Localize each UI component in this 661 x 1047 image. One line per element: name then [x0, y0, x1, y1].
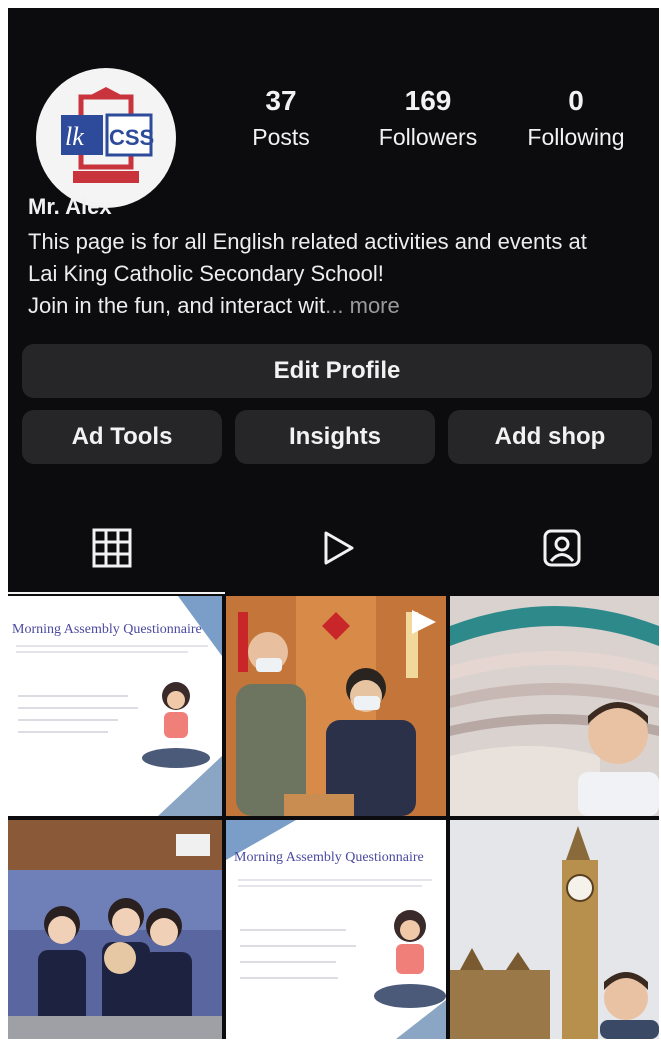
post-title: Morning Assembly Questionnaire — [12, 622, 202, 637]
bio-more-link[interactable]: ... more — [325, 293, 400, 318]
posts-grid: Morning Assembly Questionnaire Morning A… — [8, 596, 659, 1039]
bio-line-3: Join in the fun, and interact wit... mor… — [28, 290, 658, 322]
bio-line-1: This page is for all English related act… — [28, 229, 587, 254]
post-thumbnail[interactable] — [450, 820, 659, 1039]
add-shop-button[interactable]: Add shop — [448, 410, 652, 464]
active-tab-indicator — [8, 592, 225, 594]
photo-theatre-selfie — [450, 596, 659, 816]
profile-avatar[interactable]: lk CSS — [36, 68, 176, 208]
following-label: Following — [527, 124, 625, 150]
profile-name: Mr. Alex — [28, 194, 112, 219]
post-title: Morning Assembly Questionnaire — [234, 850, 424, 865]
photo-big-ben — [450, 820, 659, 1039]
grid-icon[interactable] — [92, 528, 132, 568]
profile-bio: This page is for all English related act… — [28, 226, 658, 322]
photo-students — [8, 820, 222, 1039]
post-thumbnail[interactable]: Morning Assembly Questionnaire — [226, 820, 446, 1039]
following-stat[interactable]: 0 Following — [516, 84, 636, 152]
bio-line-2: Lai King Catholic Secondary School! — [28, 261, 384, 286]
insights-button[interactable]: Insights — [235, 410, 435, 464]
followers-stat[interactable]: 169 Followers — [368, 84, 488, 152]
reels-play-icon[interactable] — [318, 528, 358, 568]
posts-count: 37 — [265, 85, 297, 116]
school-logo-icon: lk CSS — [61, 87, 154, 183]
ad-tools-button[interactable]: Ad Tools — [22, 410, 222, 464]
post-thumbnail[interactable] — [450, 596, 659, 816]
profile-screen: lk CSS 37 Posts 169 Followers 0 Followin… — [8, 8, 659, 1039]
post-thumbnail[interactable]: Morning Assembly Questionnaire — [8, 596, 222, 816]
svg-text:lk: lk — [65, 122, 84, 151]
following-count: 0 — [568, 85, 584, 116]
posts-stat[interactable]: 37 Posts — [236, 84, 326, 152]
svg-text:CSS: CSS — [109, 125, 154, 150]
posts-label: Posts — [252, 124, 310, 150]
edit-profile-button[interactable]: Edit Profile — [22, 344, 652, 398]
followers-count: 169 — [404, 85, 452, 116]
photo-teachers — [226, 596, 446, 816]
post-thumbnail[interactable] — [226, 596, 446, 816]
bio-line-3-text: Join in the fun, and interact wit — [28, 293, 326, 318]
post-thumbnail[interactable] — [8, 820, 222, 1039]
tagged-person-icon[interactable] — [542, 528, 582, 568]
followers-label: Followers — [378, 124, 478, 150]
